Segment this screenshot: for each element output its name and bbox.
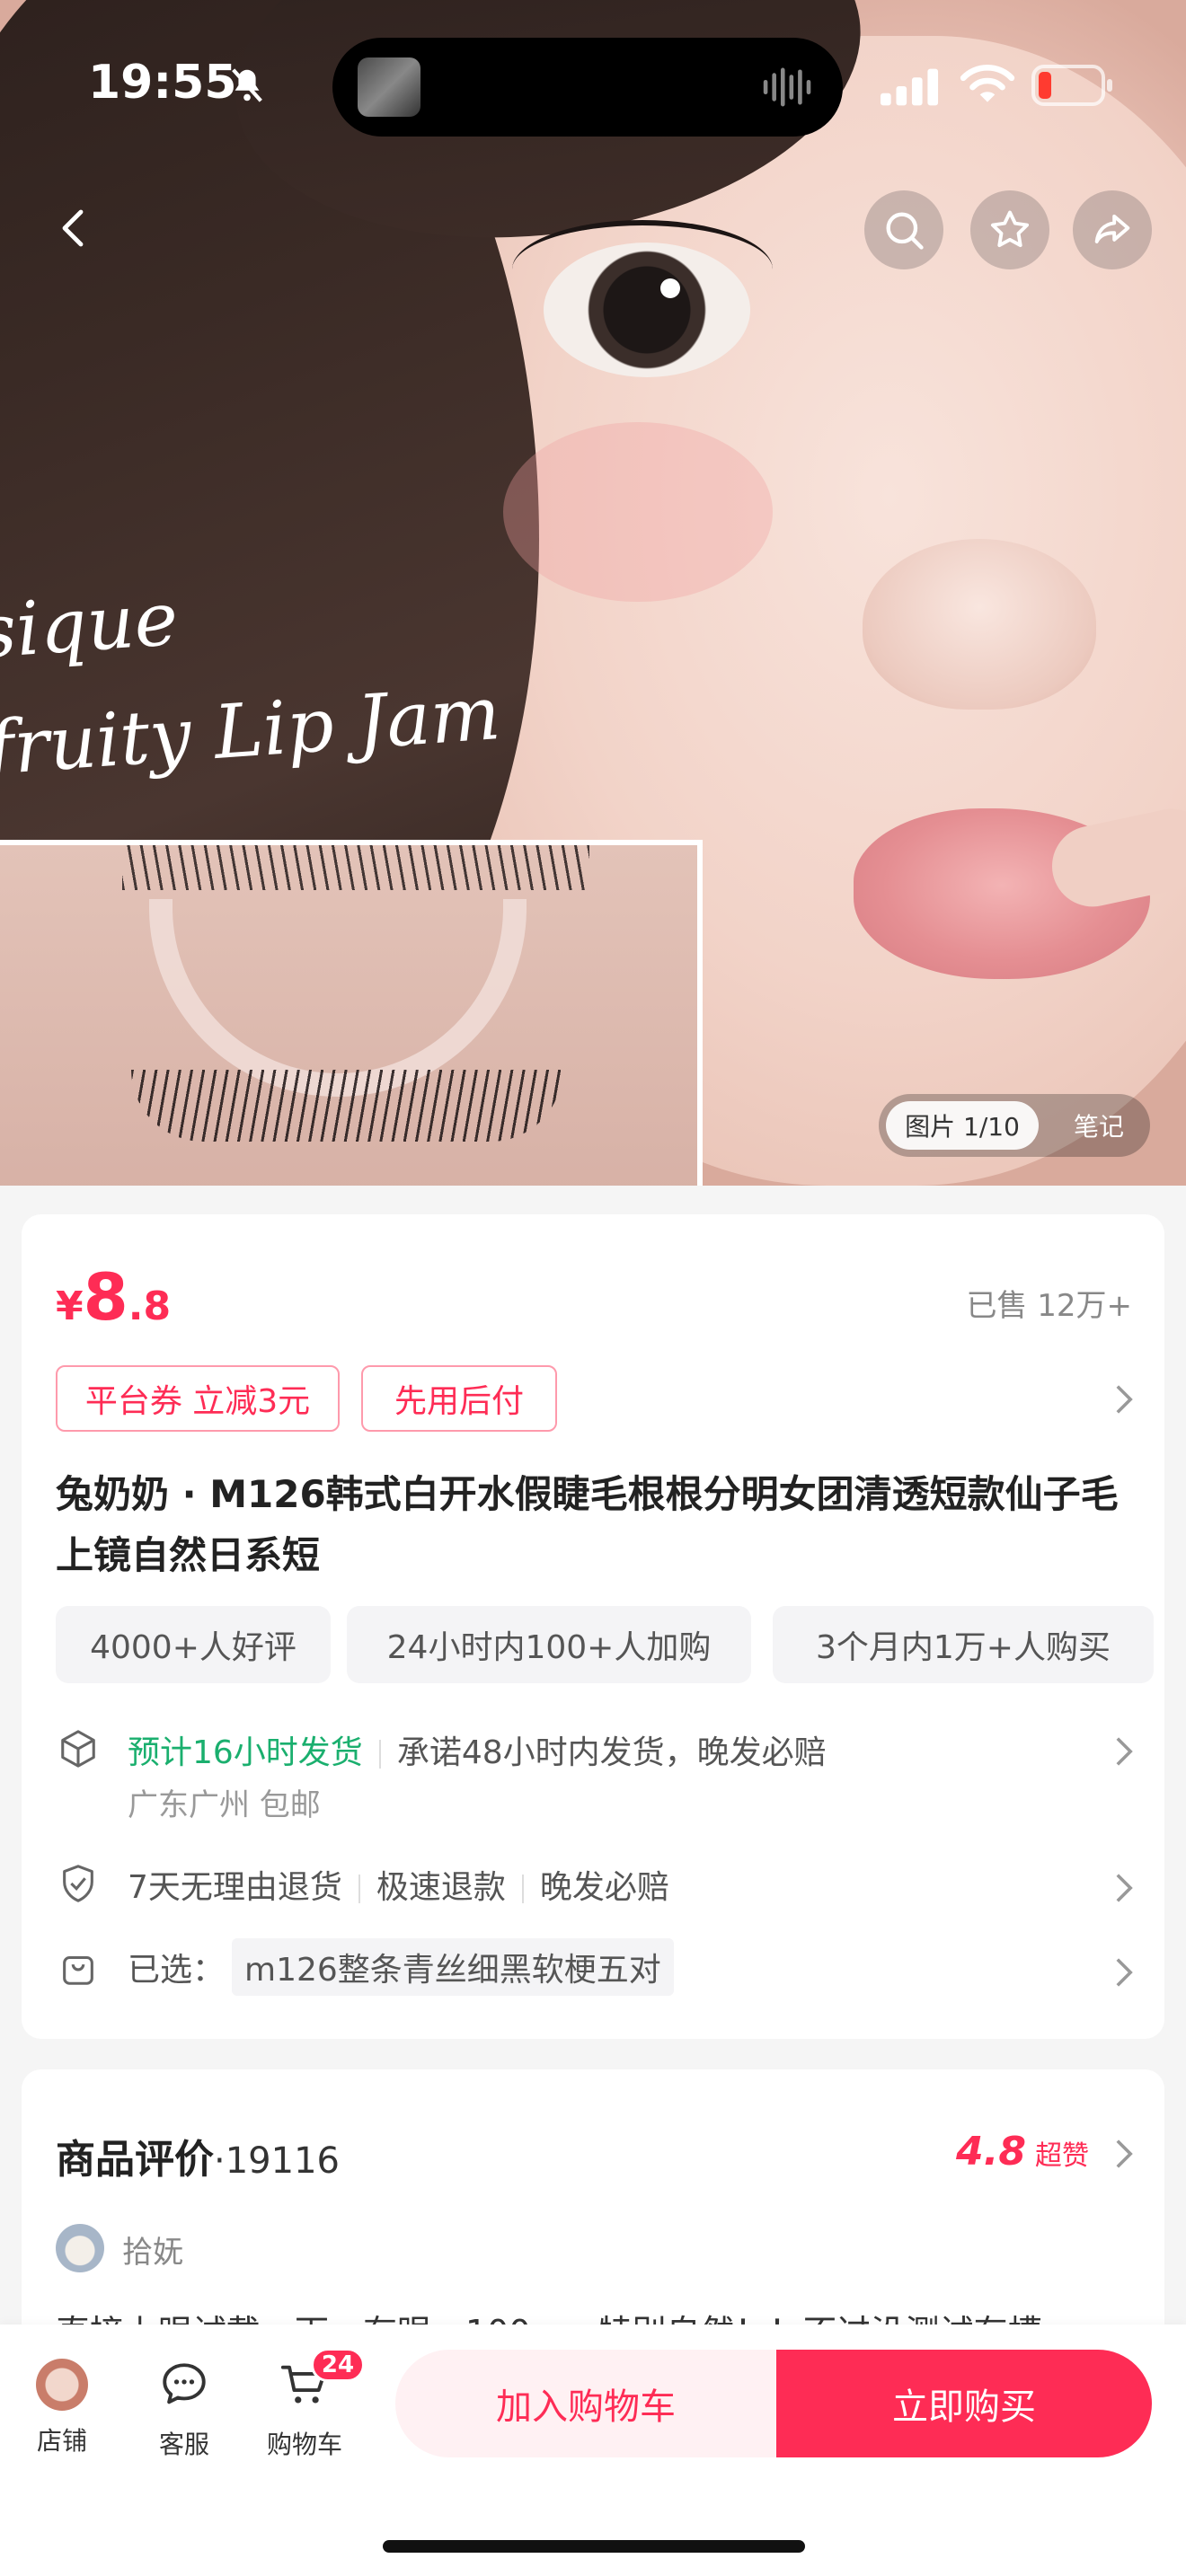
product-image-carousel[interactable]: sique fruity Lip Jam 图片 1/10 笔记 (0, 0, 1186, 1186)
shopping-bag-icon (63, 1955, 93, 1985)
reviewer-name: 拾妩 (122, 2235, 183, 2271)
now-playing-artwork (358, 57, 420, 117)
buy-now-button[interactable]: 立即购买 (776, 2350, 1152, 2457)
cart-count-badge: 24 (311, 2348, 365, 2382)
shipping-promise: 承诺48小时内发货，晚发必赔 (396, 1734, 827, 1771)
highlight-add-to-cart: 24小时内100+人加购 (347, 1606, 751, 1683)
status-bar: 19:55 (0, 0, 1186, 162)
selected-label: 已选： (128, 1952, 226, 1989)
coupon-tag[interactable]: 平台券 立减3元 (56, 1365, 340, 1432)
score-label: 超赞 (1035, 2140, 1089, 2172)
divider (521, 1875, 524, 1903)
favorite-button[interactable] (970, 190, 1049, 269)
inset-lash-band (149, 899, 527, 1097)
inset-top-lashes (122, 845, 589, 890)
pay-later-tag[interactable]: 先用后付 (361, 1365, 557, 1432)
selected-variant: m126整条青丝细黑软梗五对 (232, 1938, 674, 1996)
reviews-count: ·19116 (214, 2140, 340, 2182)
shipping-origin: 广东广州 包邮 (128, 1787, 321, 1823)
shipping-eta: 预计16小时发货 (128, 1734, 363, 1771)
store-label: 店铺 (36, 2426, 87, 2456)
chevron-right-icon[interactable] (1114, 1872, 1134, 1904)
product-info-card: ¥8.8 已售 12万+ 平台券 立减3元 先用后付 兔奶奶 · M126韩式白… (22, 1214, 1164, 2039)
chevron-right-icon[interactable] (1114, 1956, 1134, 1989)
divider (358, 1875, 360, 1903)
audio-wave-icon (763, 67, 811, 107)
price-integer: 8 (83, 1259, 128, 1335)
guarantee-row[interactable]: 7天无理由退货 极速退款 晚发必赔 (128, 1861, 669, 1908)
price-decimal: .8 (128, 1284, 172, 1329)
store-avatar-icon (36, 2359, 88, 2411)
home-indicator[interactable] (383, 2540, 805, 2553)
highlight-good-reviews: 4000+人好评 (56, 1606, 331, 1683)
reviews-title: 商品评价·19116 (56, 2127, 340, 2184)
service-label: 客服 (158, 2430, 209, 2459)
image-counter[interactable]: 图片 1/10 (886, 1101, 1039, 1150)
search-icon (886, 212, 924, 250)
chevron-right-icon[interactable] (1114, 2138, 1134, 2170)
inset-lash-row (131, 1070, 562, 1142)
price: ¥8.8 (56, 1259, 171, 1335)
image-indicator[interactable]: 图片 1/10 笔记 (879, 1094, 1150, 1157)
status-time: 19:55 (88, 56, 237, 110)
guarantee-late-ship: 晚发必赔 (539, 1869, 669, 1906)
product-title: 兔奶奶 · M126韩式白开水假睫毛根根分明女团清透短款仙子毛上镜自然日系短 (56, 1472, 1119, 1577)
reviews-heading: 商品评价 (56, 2137, 214, 2183)
cellular-signal-icon (881, 68, 939, 106)
score-value: 4.8 (956, 2129, 1026, 2175)
highlight-purchases: 3个月内1万+人购买 (773, 1606, 1154, 1683)
notes-tab[interactable]: 笔记 (1058, 1101, 1139, 1150)
star-icon (990, 210, 1030, 248)
chat-bubble-icon (163, 2363, 206, 2404)
store-button[interactable]: 店铺 (13, 2359, 111, 2457)
add-to-cart-button[interactable]: 加入购物车 (395, 2350, 776, 2457)
search-button[interactable] (864, 190, 943, 269)
eyelash-product-inset (0, 840, 703, 1186)
price-currency: ¥ (56, 1284, 84, 1329)
package-box-icon (61, 1730, 95, 1768)
wifi-icon (960, 65, 1015, 102)
share-arrow-icon (1094, 214, 1130, 243)
bottom-action-bar: 店铺 客服 购物车 24 加入购物车 立即购买 (0, 2325, 1186, 2576)
back-chevron-icon[interactable] (54, 207, 97, 250)
share-button[interactable] (1073, 190, 1152, 269)
review-score[interactable]: 4.8 超赞 (956, 2129, 1089, 2175)
customer-service-button[interactable]: 客服 (135, 2359, 234, 2461)
guarantee-return: 7天无理由退货 (128, 1869, 342, 1906)
hero-script-text: sique fruity Lip Jam (0, 539, 504, 807)
model-eye (544, 243, 750, 377)
battery-low-icon (1031, 65, 1112, 106)
divider (378, 1740, 381, 1769)
model-nose (863, 539, 1096, 710)
chevron-right-icon[interactable] (1114, 1383, 1134, 1416)
shipping-row[interactable]: 预计16小时发货 承诺48小时内发货，晚发必赔 (128, 1726, 827, 1773)
model-blush (503, 422, 773, 602)
variant-selector[interactable]: 已选： m126整条青丝细黑软梗五对 (128, 1938, 674, 1996)
chevron-right-icon[interactable] (1114, 1735, 1134, 1768)
avatar (56, 2224, 104, 2272)
bell-muted-icon (232, 68, 262, 102)
sold-count: 已售 12万+ (966, 1288, 1132, 1324)
model-eye-highlight (660, 278, 680, 298)
guarantee-refund: 极速退款 (376, 1869, 506, 1906)
shield-check-icon (63, 1865, 93, 1902)
cart-label: 购物车 (266, 2430, 342, 2459)
